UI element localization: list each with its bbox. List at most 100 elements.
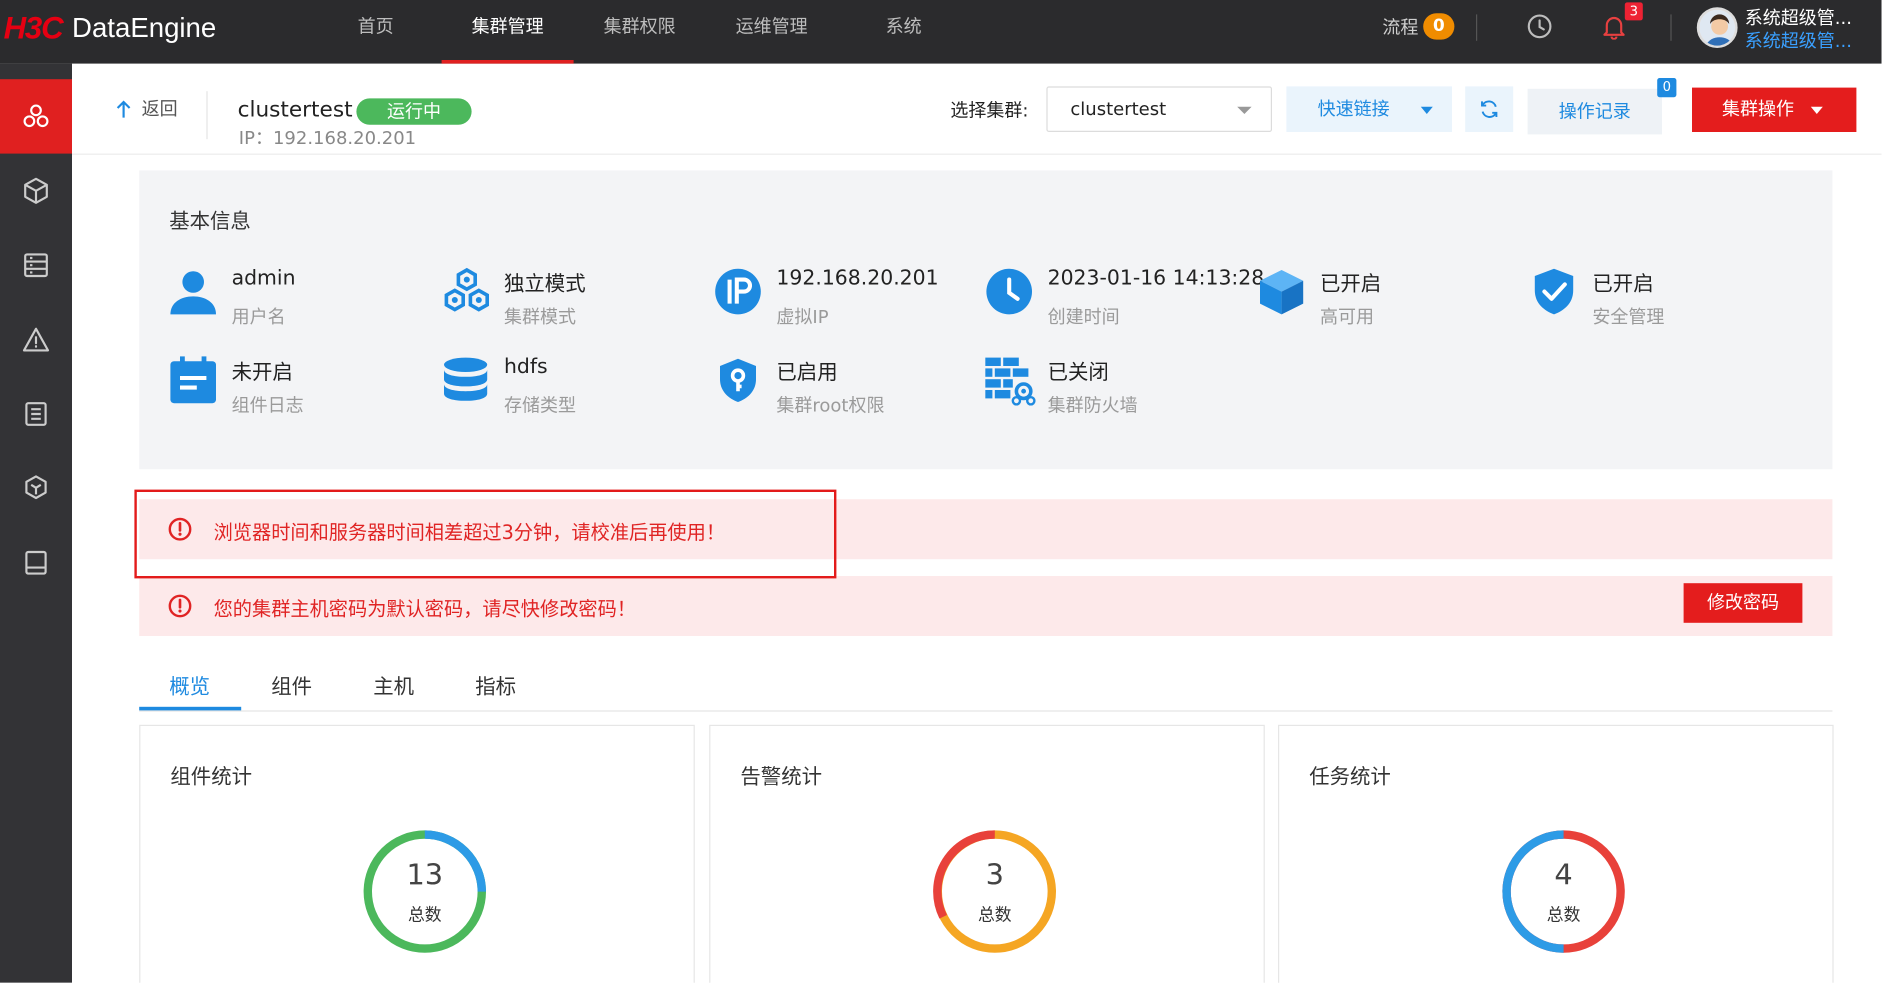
quick-link-label: 快速链接 bbox=[1317, 98, 1390, 121]
user-role[interactable]: 系统超级管... bbox=[1745, 28, 1852, 53]
sidebar-item-alerts[interactable] bbox=[0, 302, 72, 376]
info-value: 已开启 bbox=[1320, 272, 1382, 297]
card-title: 告警统计 bbox=[740, 765, 823, 790]
alert-text: 您的集群主机密码为默认密码，请尽快修改密码！ bbox=[213, 597, 637, 621]
divider bbox=[1670, 14, 1672, 41]
info-value: 已启用 bbox=[776, 361, 838, 386]
avatar[interactable] bbox=[1696, 7, 1738, 48]
status-badge: 运行中 bbox=[356, 98, 472, 125]
chevron-down-icon bbox=[1237, 106, 1252, 115]
sidebar-item-components[interactable] bbox=[0, 154, 72, 228]
arrow-up-icon bbox=[116, 99, 131, 118]
tab-overview[interactable]: 概览 bbox=[169, 670, 210, 700]
back-button[interactable]: 返回 bbox=[115, 96, 178, 121]
task-stats-card: 任务统计 4 总数 bbox=[1278, 724, 1834, 983]
change-password-button[interactable]: 修改密码 bbox=[1683, 583, 1803, 623]
back-label: 返回 bbox=[141, 98, 178, 121]
info-label: 集群root权限 bbox=[776, 394, 885, 417]
quick-link-button[interactable]: 快速链接 bbox=[1286, 86, 1452, 132]
component-count: 13 bbox=[406, 858, 444, 892]
divider bbox=[72, 153, 1882, 155]
cluster-select-value: clustertest bbox=[1070, 98, 1167, 121]
sidebar-item-services[interactable] bbox=[0, 451, 72, 525]
caret-down-icon bbox=[1420, 106, 1433, 115]
info-label: 集群防火墙 bbox=[1047, 394, 1138, 417]
nav-home[interactable]: 首页 bbox=[310, 0, 442, 64]
info-label: 虚拟IP bbox=[776, 306, 829, 328]
info-value: 已开启 bbox=[1592, 272, 1654, 297]
caret-down-icon bbox=[1810, 106, 1823, 115]
info-label: 组件日志 bbox=[231, 394, 304, 417]
info-value: 192.168.20.201 bbox=[776, 266, 939, 291]
cluster-ip: IP：192.168.20.201 bbox=[238, 127, 417, 149]
total-label: 总数 bbox=[1546, 906, 1581, 926]
info-value: 2023-01-16 14:13:28 bbox=[1047, 266, 1265, 291]
cluster-name: clustertest bbox=[237, 97, 353, 123]
main-nav: 首页 集群管理 集群权限 运维管理 系统 bbox=[310, 0, 970, 64]
sidebar-item-logs[interactable] bbox=[0, 377, 72, 451]
cluster-select[interactable]: clustertest bbox=[1046, 86, 1272, 132]
nav-system[interactable]: 系统 bbox=[838, 0, 970, 64]
user-display-name[interactable]: 系统超级管... bbox=[1745, 5, 1852, 30]
select-cluster-label: 选择集群: bbox=[950, 99, 1029, 122]
info-value: hdfs bbox=[504, 355, 548, 380]
refresh-button[interactable] bbox=[1465, 86, 1514, 132]
box-icon bbox=[24, 177, 48, 204]
total-label: 总数 bbox=[408, 906, 442, 926]
nav-cluster-management[interactable]: 集群管理 bbox=[441, 0, 574, 64]
flow-label: 流程 bbox=[1382, 16, 1419, 38]
calendar-log-icon bbox=[170, 356, 217, 404]
total-label: 总数 bbox=[978, 906, 1012, 926]
alarm-count: 3 bbox=[985, 858, 1004, 892]
operation-log-button[interactable]: 操作记录 bbox=[1527, 88, 1663, 135]
tab-metrics[interactable]: 指标 bbox=[475, 670, 516, 700]
info-label: 用户名 bbox=[231, 306, 286, 328]
info-value: admin bbox=[231, 266, 296, 291]
info-value: 未开启 bbox=[231, 361, 293, 386]
nav-cluster-permissions[interactable]: 集群权限 bbox=[574, 0, 706, 64]
cluster-operations-button[interactable]: 集群操作 bbox=[1692, 87, 1857, 132]
default-password-alert: 您的集群主机密码为默认密码，请尽快修改密码！ bbox=[139, 576, 1833, 636]
refresh-icon bbox=[1481, 100, 1498, 118]
user-icon bbox=[170, 271, 217, 315]
tab-active-indicator bbox=[139, 706, 242, 711]
cluster-icon bbox=[23, 104, 49, 128]
sidebar-item-cluster[interactable] bbox=[0, 79, 72, 154]
clock-icon bbox=[986, 268, 1032, 315]
flow-button[interactable]: 流程 0 bbox=[1382, 0, 1455, 53]
info-label: 安全管理 bbox=[1592, 306, 1665, 328]
notification-count-badge: 3 bbox=[1624, 2, 1643, 21]
tab-hosts[interactable]: 主机 bbox=[373, 670, 414, 700]
shield-check-icon bbox=[1534, 268, 1574, 315]
info-label: 存储类型 bbox=[504, 394, 577, 417]
logo-mark: H3C bbox=[3, 9, 64, 45]
server-list-icon bbox=[24, 253, 48, 278]
history-clock-icon[interactable] bbox=[1526, 0, 1552, 53]
left-sidebar bbox=[0, 63, 72, 983]
cube-icon bbox=[1260, 270, 1304, 315]
card-title: 组件统计 bbox=[170, 765, 253, 790]
flow-count-badge: 0 bbox=[1423, 13, 1455, 40]
firewall-icon bbox=[985, 357, 1036, 406]
tab-components[interactable]: 组件 bbox=[271, 670, 312, 700]
exclamation-circle-icon bbox=[168, 594, 192, 618]
top-nav-bar: H3C DataEngine 首页 集群管理 集群权限 运维管理 系统 流程 0… bbox=[0, 0, 1882, 64]
database-icon bbox=[444, 357, 488, 401]
hexagons-icon bbox=[444, 267, 490, 312]
basic-info-panel: 基本信息 admin 用户名 独立模式 集群模式 192.168.20.201 … bbox=[139, 170, 1833, 470]
bell-icon[interactable] bbox=[1601, 0, 1627, 53]
cluster-operations-label: 集群操作 bbox=[1722, 98, 1795, 121]
book-icon bbox=[25, 550, 47, 575]
sidebar-item-docs[interactable] bbox=[0, 526, 72, 600]
brand-logo[interactable]: H3C DataEngine bbox=[3, 9, 217, 46]
info-value: 已关闭 bbox=[1047, 361, 1109, 386]
info-label: 高可用 bbox=[1320, 306, 1375, 328]
info-label: 创建时间 bbox=[1047, 306, 1120, 328]
sidebar-item-hosts[interactable] bbox=[0, 228, 72, 302]
info-value: 独立模式 bbox=[504, 272, 586, 297]
document-icon bbox=[25, 402, 47, 426]
warning-icon bbox=[22, 327, 50, 352]
nav-ops-management[interactable]: 运维管理 bbox=[706, 0, 838, 64]
product-name: DataEngine bbox=[72, 11, 217, 43]
divider bbox=[206, 91, 208, 140]
